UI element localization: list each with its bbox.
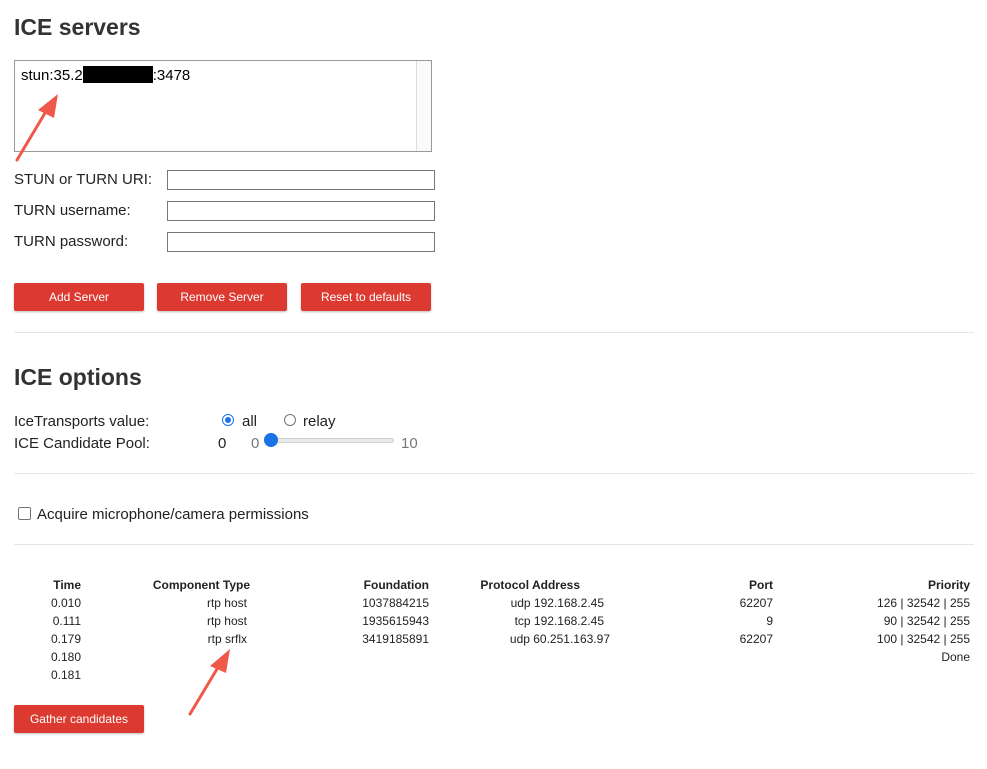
annotation-arrow-server (15, 94, 58, 162)
annotation-arrows (15, 94, 230, 716)
annotation-arrow-srflx (188, 649, 230, 716)
